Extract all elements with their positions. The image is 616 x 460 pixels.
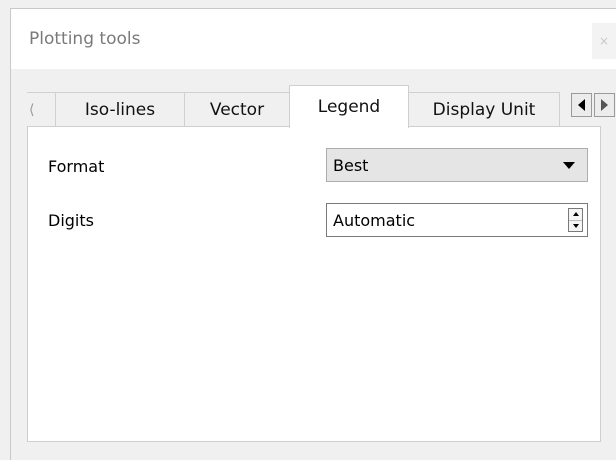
arrow-up-icon xyxy=(572,212,579,217)
chevron-down-icon xyxy=(563,162,575,169)
tab-partial[interactable]: ⟨ xyxy=(27,92,57,127)
triangle-left-icon xyxy=(578,99,585,111)
tab-vector[interactable]: Vector xyxy=(184,92,290,127)
title-bar: Plotting tools × xyxy=(11,9,616,69)
triangle-right-icon xyxy=(601,99,608,111)
format-value: Best xyxy=(333,155,369,175)
legend-panel: Format Best Digits Automatic xyxy=(27,126,601,442)
close-button[interactable]: × xyxy=(592,23,616,59)
arrow-down-icon xyxy=(572,223,579,228)
tab-label: Iso-lines xyxy=(84,100,156,120)
tab-display-unit[interactable]: Display Unit xyxy=(408,92,560,127)
tab-scroll-arrows xyxy=(571,93,616,117)
digits-value: Automatic xyxy=(333,210,416,230)
spin-up-button[interactable] xyxy=(569,209,582,220)
digits-label: Digits xyxy=(48,211,94,230)
close-icon: × xyxy=(598,34,610,48)
window-title: Plotting tools xyxy=(29,29,141,49)
tab-label: Display Unit xyxy=(432,100,536,120)
format-label: Format xyxy=(48,157,105,176)
tab-label: Vector xyxy=(209,100,265,120)
plotting-tools-window: Plotting tools × ⟨ Iso-lines Vector Lege… xyxy=(10,8,616,460)
digits-spinbox[interactable]: Automatic xyxy=(326,203,588,237)
tab-label: Legend xyxy=(317,97,381,117)
spin-down-button[interactable] xyxy=(569,219,582,232)
tab-scroll-left-button[interactable] xyxy=(571,93,592,117)
tab-scroll-right-button[interactable] xyxy=(594,93,615,117)
tab-iso-lines[interactable]: Iso-lines xyxy=(55,92,185,127)
tab-bar: ⟨ Iso-lines Vector Legend Display Unit xyxy=(27,85,616,128)
digits-spin-buttons[interactable] xyxy=(568,208,583,232)
tab-legend[interactable]: Legend xyxy=(289,85,409,128)
format-dropdown[interactable]: Best xyxy=(326,148,588,182)
